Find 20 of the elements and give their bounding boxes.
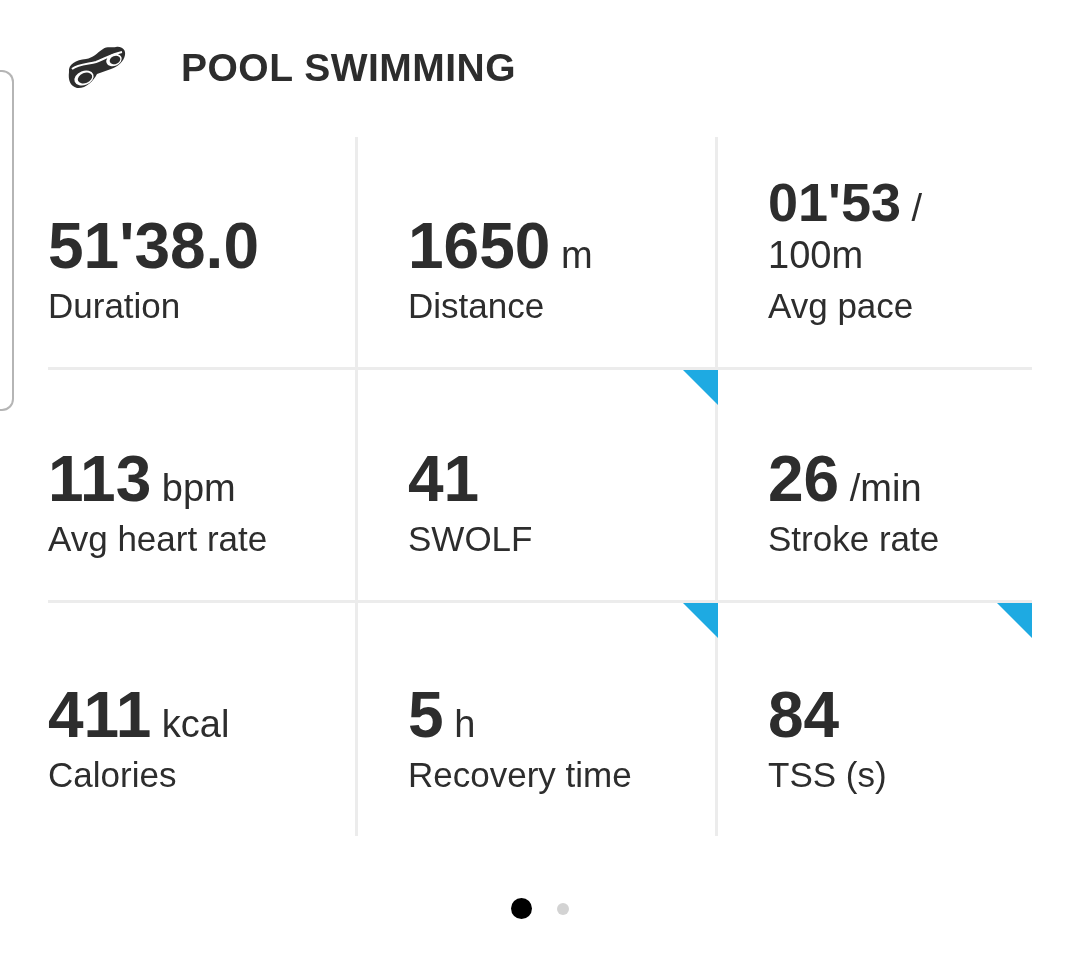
metric-label: Calories [48,755,177,795]
metric-label: Duration [48,286,181,326]
metric-label: TSS (s) [768,755,887,795]
metric-label: Recovery time [408,755,632,795]
metric-label: Stroke rate [768,519,940,559]
metric-value: 51'38.0 [48,210,259,282]
metric-value: 01'53 / 100m [768,172,923,278]
metric-value: 5 h [408,679,476,751]
metric-label: Avg heart rate [48,519,268,559]
metric-value: 26 /min [768,443,922,515]
metric-label: Avg pace [768,286,914,326]
metric-value: 41 [408,443,480,515]
goggles-icon [66,45,126,89]
metric-label: SWOLF [408,519,533,559]
activity-title: POOL SWIMMING [181,47,517,87]
metric-value: 84 [768,679,840,751]
metric-value: 411 kcal [48,679,230,751]
metric-value: 1650 m [408,210,593,282]
metric-label: Distance [408,286,545,326]
metric-value: 113 bpm [48,443,236,515]
